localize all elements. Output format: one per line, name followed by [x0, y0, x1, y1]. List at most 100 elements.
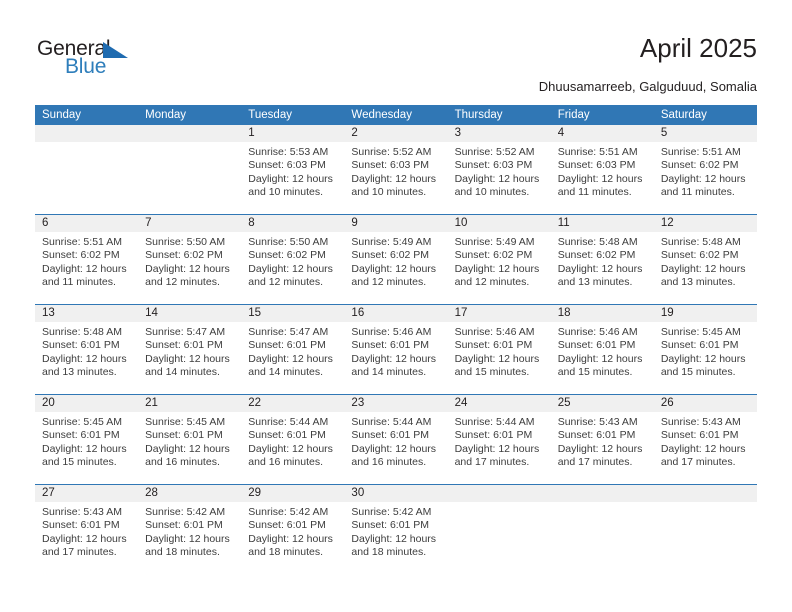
general-blue-logo: General Blue [37, 38, 167, 86]
day-detail-line: Sunrise: 5:52 AM [351, 146, 432, 158]
day-detail-line: Sunrise: 5:51 AM [557, 146, 638, 158]
day-details: Sunrise: 5:46 AM Sunset: 6:01 PM Daylight:… [448, 322, 551, 380]
day-detail-line: Sunrise: 5:46 AM [557, 326, 638, 338]
day-details: Sunrise: 5:45 AM Sunset: 6:01 PM Daylight:… [138, 412, 241, 470]
day-detail-line: Sunset: 6:01 PM [248, 429, 326, 442]
day-number: 22 [241, 395, 345, 412]
day-detail-line: Daylight: 12 hours [557, 262, 643, 275]
day-cell-9[interactable]: 9 Sunrise: 5:49 AM Sunset: 6:02 PM Daylight… [344, 215, 448, 304]
day-cell-14[interactable]: 14 Sunrise: 5:47 AM Sunset: 6:01 PM Dayligh… [138, 305, 242, 394]
day-number: 15 [241, 305, 345, 322]
day-number [550, 485, 654, 502]
day-cell-1[interactable]: 1 Sunrise: 5:53 AM Sunset: 6:03 PM Daylight… [241, 125, 345, 214]
day-detail-line: and 10 minutes. [248, 186, 323, 199]
day-number: 7 [138, 215, 242, 232]
day-detail-line: Daylight: 12 hours [351, 442, 437, 455]
day-number: 10 [447, 215, 551, 232]
day-detail-line: Sunrise: 5:43 AM [557, 416, 638, 428]
day-cell-29[interactable]: 29 Sunrise: 5:42 AM Sunset: 6:01 PM Dayligh… [241, 485, 345, 574]
day-cell-24[interactable]: 24 Sunrise: 5:44 AM Sunset: 6:01 PM Dayligh… [447, 395, 551, 484]
day-details: Sunrise: 5:49 AM Sunset: 6:02 PM Daylight:… [448, 232, 551, 290]
day-detail-line: and 17 minutes. [42, 546, 117, 559]
day-detail-line: Sunrise: 5:44 AM [248, 416, 329, 428]
day-detail-line: Sunrise: 5:47 AM [145, 326, 226, 338]
day-cell-18[interactable]: 18 Sunrise: 5:46 AM Sunset: 6:01 PM Dayligh… [550, 305, 654, 394]
day-number: 25 [550, 395, 654, 412]
day-cell-19[interactable]: 19 Sunrise: 5:45 AM Sunset: 6:01 PM Dayligh… [653, 305, 757, 394]
day-cell-empty [550, 485, 654, 574]
day-detail-line: and 11 minutes. [557, 186, 632, 199]
day-cell-empty [653, 485, 757, 574]
day-detail-line: and 11 minutes. [42, 276, 116, 289]
day-number: 28 [138, 485, 242, 502]
day-cell-10[interactable]: 10 Sunrise: 5:49 AM Sunset: 6:02 PM Dayligh… [447, 215, 551, 304]
day-detail-line: Sunset: 6:01 PM [351, 339, 430, 352]
day-detail-line: and 12 minutes. [248, 276, 323, 289]
day-details: Sunrise: 5:44 AM Sunset: 6:01 PM Daylight:… [448, 412, 551, 470]
day-detail-line: Daylight: 12 hours [351, 532, 437, 545]
day-cell-4[interactable]: 4 Sunrise: 5:51 AM Sunset: 6:03 PM Daylight… [550, 125, 654, 214]
day-details: Sunrise: 5:42 AM Sunset: 6:01 PM Daylight:… [138, 502, 241, 560]
day-cell-23[interactable]: 23 Sunrise: 5:44 AM Sunset: 6:01 PM Dayligh… [344, 395, 448, 484]
logo-text-blue: Blue [65, 55, 107, 78]
day-detail-line: Sunrise: 5:53 AM [248, 146, 329, 158]
day-cell-12[interactable]: 12 Sunrise: 5:48 AM Sunset: 6:02 PM Dayligh… [653, 215, 757, 304]
day-details: Sunrise: 5:48 AM Sunset: 6:02 PM Daylight:… [551, 232, 654, 290]
day-detail-line: Sunset: 6:03 PM [454, 159, 533, 172]
day-detail-line: and 18 minutes. [351, 546, 427, 559]
day-details: Sunrise: 5:43 AM Sunset: 6:01 PM Daylight:… [551, 412, 654, 470]
calendar-week-row: 1 Sunrise: 5:53 AM Sunset: 6:03 PM Daylight… [35, 125, 757, 214]
day-number: 16 [344, 305, 448, 322]
day-detail-line: Sunrise: 5:48 AM [660, 236, 741, 248]
day-detail-line: Daylight: 12 hours [557, 442, 643, 455]
day-cell-6[interactable]: 6 Sunrise: 5:51 AM Sunset: 6:02 PM Daylight… [35, 215, 139, 304]
day-detail-line: Sunrise: 5:46 AM [351, 326, 432, 338]
day-detail-line: Sunrise: 5:44 AM [454, 416, 535, 428]
day-cell-empty [447, 485, 551, 574]
day-cell-13[interactable]: 13 Sunrise: 5:48 AM Sunset: 6:01 PM Dayligh… [35, 305, 139, 394]
day-detail-line: Sunset: 6:01 PM [557, 429, 636, 442]
day-details [35, 142, 138, 146]
day-detail-line: Daylight: 12 hours [557, 352, 643, 365]
day-cell-27[interactable]: 27 Sunrise: 5:43 AM Sunset: 6:01 PM Dayligh… [35, 485, 139, 574]
day-detail-line: Sunset: 6:02 PM [557, 249, 636, 262]
day-detail-line: and 13 minutes. [660, 276, 736, 289]
day-cell-17[interactable]: 17 Sunrise: 5:46 AM Sunset: 6:01 PM Dayligh… [447, 305, 551, 394]
day-cell-15[interactable]: 15 Sunrise: 5:47 AM Sunset: 6:01 PM Dayligh… [241, 305, 345, 394]
day-cell-22[interactable]: 22 Sunrise: 5:44 AM Sunset: 6:01 PM Dayligh… [241, 395, 345, 484]
day-detail-line: Sunset: 6:02 PM [454, 249, 533, 262]
day-cell-26[interactable]: 26 Sunrise: 5:43 AM Sunset: 6:01 PM Dayligh… [653, 395, 757, 484]
day-number: 26 [653, 395, 757, 412]
day-detail-line: Sunset: 6:01 PM [42, 519, 120, 532]
day-detail-line: and 12 minutes. [351, 276, 427, 289]
day-cell-2[interactable]: 2 Sunrise: 5:52 AM Sunset: 6:03 PM Daylight… [344, 125, 448, 214]
day-cell-20[interactable]: 20 Sunrise: 5:45 AM Sunset: 6:01 PM Dayligh… [35, 395, 139, 484]
day-number [653, 485, 757, 502]
day-cell-16[interactable]: 16 Sunrise: 5:46 AM Sunset: 6:01 PM Dayligh… [344, 305, 448, 394]
day-detail-line: and 15 minutes. [660, 366, 736, 379]
day-detail-line: Daylight: 12 hours [454, 262, 540, 275]
day-cell-3[interactable]: 3 Sunrise: 5:52 AM Sunset: 6:03 PM Daylight… [447, 125, 551, 214]
day-number: 17 [447, 305, 551, 322]
day-detail-line: Daylight: 12 hours [351, 262, 437, 275]
day-cell-30[interactable]: 30 Sunrise: 5:42 AM Sunset: 6:01 PM Dayligh… [344, 485, 448, 574]
day-cell-25[interactable]: 25 Sunrise: 5:43 AM Sunset: 6:01 PM Dayligh… [550, 395, 654, 484]
day-detail-line: Sunrise: 5:45 AM [660, 326, 741, 338]
day-detail-line: Daylight: 12 hours [248, 442, 333, 455]
day-cell-5[interactable]: 5 Sunrise: 5:51 AM Sunset: 6:02 PM Daylight… [653, 125, 757, 214]
day-cell-8[interactable]: 8 Sunrise: 5:50 AM Sunset: 6:02 PM Daylight… [241, 215, 345, 304]
day-detail-line: Daylight: 12 hours [248, 352, 333, 365]
weekday-header-thursday: Thursday [454, 109, 503, 121]
day-detail-line: Daylight: 12 hours [660, 262, 746, 275]
day-details [448, 502, 551, 506]
day-detail-line: Daylight: 12 hours [660, 352, 746, 365]
day-detail-line: Sunset: 6:02 PM [351, 249, 430, 262]
day-cell-21[interactable]: 21 Sunrise: 5:45 AM Sunset: 6:01 PM Dayligh… [138, 395, 242, 484]
day-detail-line: Daylight: 12 hours [42, 352, 127, 365]
page-title: April 2025 [639, 33, 757, 63]
day-cell-7[interactable]: 7 Sunrise: 5:50 AM Sunset: 6:02 PM Daylight… [138, 215, 242, 304]
day-details: Sunrise: 5:47 AM Sunset: 6:01 PM Daylight:… [138, 322, 241, 380]
day-cell-28[interactable]: 28 Sunrise: 5:42 AM Sunset: 6:01 PM Dayligh… [138, 485, 242, 574]
day-number [35, 125, 139, 142]
day-cell-11[interactable]: 11 Sunrise: 5:48 AM Sunset: 6:02 PM Dayligh… [550, 215, 654, 304]
